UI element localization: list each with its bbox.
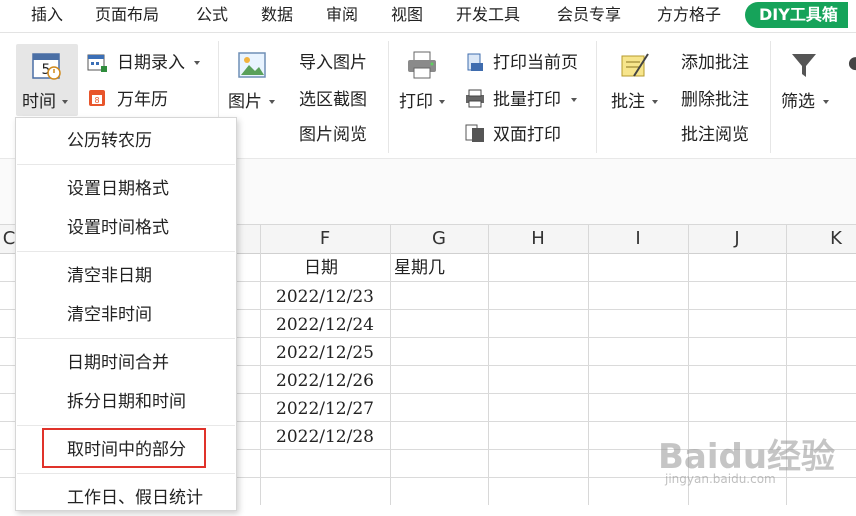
filter-icon	[792, 54, 816, 77]
print-current-icon	[467, 53, 483, 71]
tab-page-layout[interactable]: 页面布局	[95, 0, 159, 30]
menu-item-solar-to-lunar[interactable]: 公历转农历	[16, 123, 236, 159]
menu-separator	[17, 338, 235, 339]
tab-member[interactable]: 会员专享	[557, 0, 621, 30]
chevron-down-icon	[652, 100, 658, 104]
date-cell[interactable]: 2022/12/25	[276, 339, 374, 367]
column-header-k[interactable]: K	[786, 225, 856, 253]
column-header-h[interactable]: H	[488, 225, 588, 253]
ribbon-separator	[770, 41, 771, 153]
chevron-down-icon	[439, 100, 445, 104]
column-header-g[interactable]: G	[390, 225, 488, 253]
watermark-logo: Baidu经验	[658, 437, 836, 477]
menu-separator	[17, 251, 235, 252]
import-picture-button[interactable]: 导入图片	[299, 52, 367, 74]
svg-text:8: 8	[94, 96, 99, 105]
printer-icon	[408, 51, 436, 79]
column-header-i[interactable]: I	[588, 225, 688, 253]
comment-edit-icon	[621, 53, 649, 77]
area-screenshot-button[interactable]: 选区截图	[299, 89, 367, 111]
date-cell[interactable]: 2022/12/28	[276, 423, 374, 451]
picture-view-button[interactable]: 图片阅览	[299, 124, 367, 146]
chevron-down-icon	[823, 100, 829, 104]
batch-print-icon	[466, 89, 484, 108]
add-comment-button[interactable]: 添加批注	[681, 52, 749, 74]
date-entry-button[interactable]: 日期录入	[117, 52, 185, 74]
tab-view[interactable]: 视图	[391, 0, 423, 30]
ribbon-separator	[596, 41, 597, 153]
picture-icon	[238, 52, 266, 78]
date-entry-icon	[87, 54, 107, 72]
watermark-url: jingyan.baidu.com	[665, 472, 776, 486]
menu-item-workday-holiday-stats[interactable]: 工作日、假日统计	[16, 480, 236, 516]
menu-item-set-date-format[interactable]: 设置日期格式	[16, 171, 236, 207]
time-button[interactable]: 时间	[22, 91, 56, 113]
date-cell[interactable]: 2022/12/26	[276, 367, 374, 395]
duplex-print-button[interactable]: 双面打印	[493, 124, 561, 146]
calendar-time-icon: 5	[32, 53, 61, 80]
print-current-page-button[interactable]: 打印当前页	[493, 52, 578, 74]
menu-separator	[17, 164, 235, 165]
menu-separator	[17, 473, 235, 474]
cell-f-header[interactable]: 日期	[304, 254, 338, 282]
menu-item-clear-non-date[interactable]: 清空非日期	[16, 258, 236, 294]
delete-comment-button[interactable]: 删除批注	[681, 89, 749, 111]
menu-separator	[17, 425, 235, 426]
highlight-box	[42, 428, 206, 468]
column-header-f[interactable]: F	[260, 225, 390, 253]
perpetual-calendar-button[interactable]: 万年历	[117, 89, 168, 111]
truncated-ribbon-item: ●	[848, 53, 856, 73]
date-cell[interactable]: 2022/12/24	[276, 311, 374, 339]
ribbon-separator	[388, 41, 389, 153]
chevron-down-icon	[571, 98, 577, 102]
comment-view-button[interactable]: 批注阅览	[681, 124, 749, 146]
tab-formulas[interactable]: 公式	[196, 0, 228, 30]
cell-g-header[interactable]: 星期几	[394, 254, 445, 282]
date-cell[interactable]: 2022/12/23	[276, 283, 374, 311]
menu-tab-bar: 插入 页面布局 公式 数据 审阅 视图 开发工具 会员专享 方方格子 DIY工具…	[0, 0, 856, 33]
batch-print-button[interactable]: 批量打印	[493, 89, 561, 111]
menu-item-split-date-time[interactable]: 拆分日期和时间	[16, 384, 236, 420]
chevron-down-icon	[62, 100, 68, 104]
menu-item-clear-non-time[interactable]: 清空非时间	[16, 297, 236, 333]
tab-data[interactable]: 数据	[261, 0, 293, 30]
picture-button[interactable]: 图片	[228, 91, 262, 113]
perpetual-calendar-icon: 8	[89, 90, 105, 106]
tab-review[interactable]: 审阅	[326, 0, 358, 30]
chevron-down-icon	[194, 61, 200, 65]
filter-button[interactable]: 筛选	[781, 91, 815, 113]
tab-insert[interactable]: 插入	[31, 0, 63, 30]
tab-diy-toolbox[interactable]: DIY工具箱	[745, 2, 848, 28]
date-cell[interactable]: 2022/12/27	[276, 395, 374, 423]
chevron-down-icon	[269, 100, 275, 104]
comment-button[interactable]: 批注	[611, 91, 645, 113]
print-button[interactable]: 打印	[399, 91, 433, 113]
tab-fangfang[interactable]: 方方格子	[657, 0, 721, 30]
tab-developer[interactable]: 开发工具	[456, 0, 520, 30]
menu-item-merge-date-time[interactable]: 日期时间合并	[16, 345, 236, 381]
menu-item-set-time-format[interactable]: 设置时间格式	[16, 210, 236, 246]
duplex-print-icon	[465, 124, 484, 142]
column-header-j[interactable]: J	[688, 225, 786, 253]
